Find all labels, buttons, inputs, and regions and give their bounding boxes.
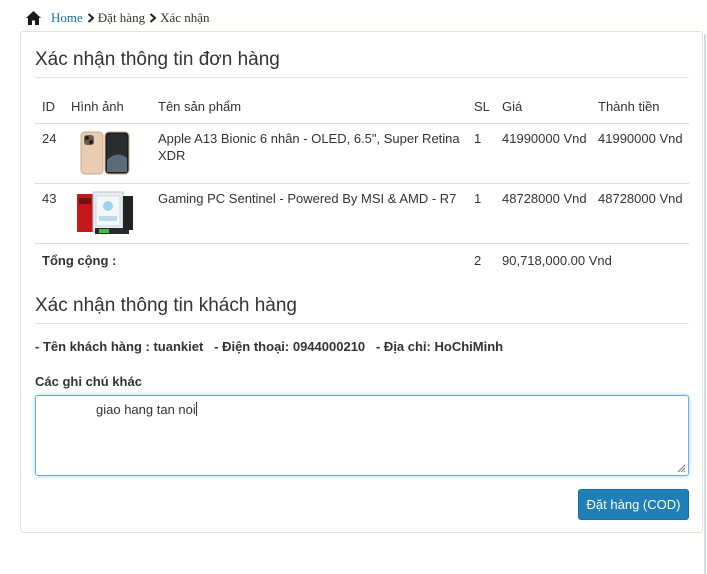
row-price: 48728000 Vnd (495, 183, 591, 244)
home-icon[interactable] (26, 11, 41, 25)
table-header-row: ID Hình ảnh Tên sản phẩm SL Giá Thành ti… (35, 90, 689, 124)
column-header-name: Tên sản phẩm (151, 90, 467, 124)
chevron-right-icon (87, 13, 95, 23)
text-caret (195, 402, 197, 416)
row-name: Gaming PC Sentinel - Powered By MSI & AM… (151, 183, 467, 244)
column-header-image: Hình ảnh (64, 90, 151, 124)
row-image-cell (64, 183, 151, 244)
total-amount: 90,718,000.00 Vnd (502, 252, 612, 268)
customer-section-title: Xác nhận thông tin khách hàng (35, 295, 689, 324)
row-id: 24 (35, 123, 64, 184)
column-header-price: Giá (495, 90, 591, 124)
column-header-qty: SL (467, 90, 495, 124)
customer-info-line: - Tên khách hàng : tuankiet - Điện thoại… (35, 339, 504, 354)
resize-grip-icon[interactable] (676, 463, 686, 473)
breadcrumb: Home Đặt hàng Xác nhận (26, 9, 210, 27)
row-price: 41990000 Vnd (495, 123, 591, 184)
page-edge-divider (704, 34, 706, 574)
row-name: Apple A13 Bionic 6 nhân - OLED, 6.5", Su… (151, 123, 467, 184)
notes-textarea[interactable]: giao hang tan noi (35, 395, 689, 476)
total-label: Tổng cộng : (42, 252, 117, 268)
row-subtotal: 48728000 Vnd (591, 183, 689, 244)
row-qty: 1 (467, 123, 495, 184)
row-subtotal: 41990000 Vnd (591, 123, 689, 184)
chevron-right-icon (149, 13, 157, 23)
row-image-cell (64, 123, 151, 184)
column-header-subtotal: Thành tiền (591, 90, 689, 124)
table-row: 43 Gaming PC Sentinel - Powered By MSI &… (35, 183, 689, 244)
gaming-pc-image (75, 189, 135, 236)
place-order-cod-button[interactable]: Đặt hàng (COD) (578, 489, 689, 520)
table-row: 24 Apple A13 Bionic 6 nhân - OLED, 6.5",… (35, 123, 689, 184)
checkout-panel: Xác nhận thông tin đơn hàng ID Hình ảnh … (20, 31, 703, 533)
notes-label: Các ghi chú khác (35, 374, 142, 389)
breadcrumb-item-order[interactable]: Đặt hàng (98, 10, 145, 26)
notes-text: giao hang tan noi (96, 402, 196, 417)
total-qty: 2 (474, 252, 482, 268)
total-row: Tổng cộng : 2 90,718,000.00 Vnd (35, 243, 689, 274)
order-section-title: Xác nhận thông tin đơn hàng (35, 49, 689, 78)
order-table: ID Hình ảnh Tên sản phẩm SL Giá Thành ti… (35, 90, 689, 274)
row-id: 43 (35, 183, 64, 244)
breadcrumb-item-confirm: Xác nhận (160, 10, 210, 25)
iphone-gold-image (80, 131, 130, 174)
column-header-id: ID (35, 90, 64, 124)
breadcrumb-home-link[interactable]: Home (51, 10, 83, 26)
row-qty: 1 (467, 183, 495, 244)
